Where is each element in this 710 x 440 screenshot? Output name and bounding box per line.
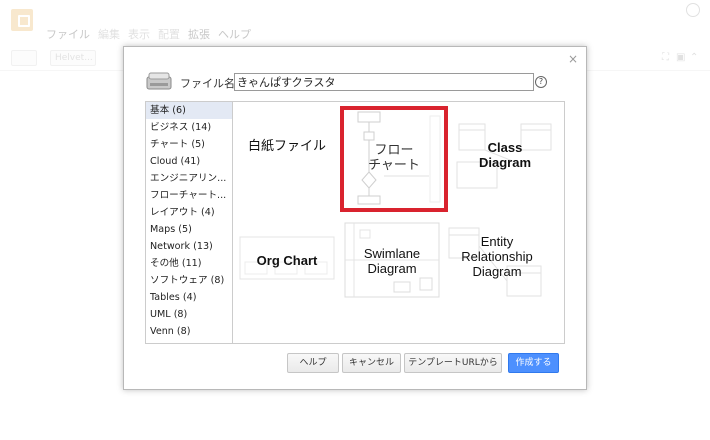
category-network[interactable]: Network (13) <box>146 238 232 255</box>
category-tables[interactable]: Tables (4) <box>146 289 232 306</box>
template-swimlane-label: Swimlane Diagram <box>363 246 421 276</box>
create-button[interactable]: 作成する <box>508 353 559 373</box>
template-org-label: Org Chart <box>256 253 318 268</box>
template-er-diagram[interactable]: Entity Relationship Diagram <box>447 226 547 298</box>
template-flowchart-label: フロー チャート <box>368 142 420 172</box>
template-org-chart[interactable]: Org Chart <box>239 236 335 336</box>
category-venn[interactable]: Venn (8) <box>146 323 232 340</box>
new-diagram-dialog: × ファイル名: ? 基本 (6) ビジネス (14) チャート (5) Clo… <box>123 46 587 390</box>
template-blank[interactable]: 白紙ファイル <box>239 108 335 208</box>
template-panel: 基本 (6) ビジネス (14) チャート (5) Cloud (41) エンジ… <box>145 101 565 344</box>
template-blank-label: 白紙ファイル <box>247 138 326 153</box>
category-flowcharts[interactable]: フローチャート... <box>146 187 232 204</box>
category-business[interactable]: ビジネス (14) <box>146 119 232 136</box>
category-software[interactable]: ソフトウェア (8) <box>146 272 232 289</box>
category-charts[interactable]: チャート (5) <box>146 136 232 153</box>
help-button[interactable]: ヘルプ <box>287 353 339 373</box>
template-er-label: Entity Relationship Diagram <box>461 234 533 279</box>
template-swimlane[interactable]: Swimlane Diagram <box>344 222 440 298</box>
template-grid: 白紙ファイル フロー チャート Class Diagram Org Chart … <box>233 102 564 343</box>
category-maps[interactable]: Maps (5) <box>146 221 232 238</box>
filename-label: ファイル名: <box>180 77 239 90</box>
category-cloud[interactable]: Cloud (41) <box>146 153 232 170</box>
category-layout[interactable]: レイアウト (4) <box>146 204 232 221</box>
category-uml[interactable]: UML (8) <box>146 306 232 323</box>
template-class-diagram[interactable]: Class Diagram <box>455 122 555 222</box>
category-engineering[interactable]: エンジニアリン... <box>146 170 232 187</box>
cancel-button[interactable]: キャンセル <box>342 353 401 373</box>
category-basic[interactable]: 基本 (6) <box>146 102 232 119</box>
filename-input[interactable] <box>234 73 534 91</box>
help-icon[interactable]: ? <box>535 76 547 88</box>
template-flowchart[interactable]: フロー チャート <box>340 106 448 212</box>
close-icon[interactable]: × <box>568 52 578 66</box>
template-class-label: Class Diagram <box>478 140 532 170</box>
category-other[interactable]: その他 (11) <box>146 255 232 272</box>
template-url-button[interactable]: テンプレートURLから <box>404 353 502 373</box>
category-list: 基本 (6) ビジネス (14) チャート (5) Cloud (41) エンジ… <box>146 102 233 343</box>
drive-icon <box>146 72 172 90</box>
